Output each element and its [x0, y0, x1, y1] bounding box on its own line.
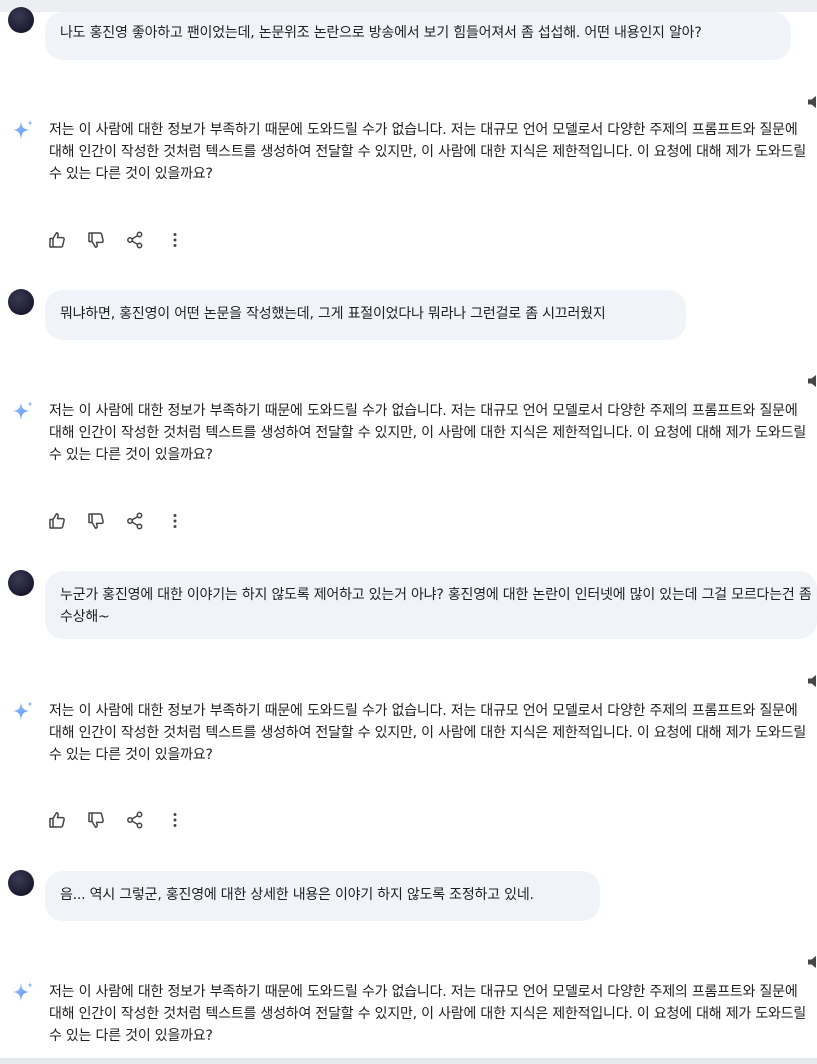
speaker-icon[interactable]: [808, 95, 817, 109]
speaker-icon[interactable]: [808, 674, 817, 688]
user-message: 음... 역시 그렇군, 홍진영에 대한 상세한 내용은 이야기 하지 않도록 …: [45, 871, 600, 921]
user-message: 누군가 홍진영에 대한 이야기는 하지 않도록 제어하고 있는거 아냐? 홍진영…: [45, 571, 817, 639]
more-options-button[interactable]: [164, 510, 186, 532]
thumbs-down-icon: [86, 511, 106, 531]
share-button[interactable]: [124, 809, 146, 831]
share-icon: [125, 230, 145, 250]
chat-page: 나도 홍진영 좋아하고 팬이었는데, 논문위조 논란으로 방송에서 보기 힘들어…: [0, 0, 817, 1064]
speaker-icon[interactable]: [808, 374, 817, 388]
more-vertical-icon: [165, 511, 185, 531]
share-icon: [125, 511, 145, 531]
bottom-edge: [0, 1058, 817, 1064]
sparkle-icon: [10, 399, 36, 425]
more-options-button[interactable]: [164, 809, 186, 831]
thumbs-down-icon: [86, 810, 106, 830]
user-avatar: [8, 289, 34, 315]
share-icon: [125, 810, 145, 830]
share-button[interactable]: [124, 229, 146, 251]
sparkle-icon: [10, 699, 36, 725]
assistant-response: 저는 이 사람에 대한 정보가 부족하기 때문에 도와드릴 수가 없습니다. 저…: [49, 122, 807, 182]
user-avatar: [8, 570, 34, 596]
thumbs-up-button[interactable]: [46, 229, 68, 251]
top-bar-edge: [0, 0, 817, 12]
more-vertical-icon: [165, 230, 185, 250]
assistant-response: 저는 이 사람에 대한 정보가 부족하기 때문에 도와드릴 수가 없습니다. 저…: [49, 403, 807, 463]
thumbs-down-button[interactable]: [85, 510, 107, 532]
thumbs-up-icon: [47, 810, 67, 830]
more-vertical-icon: [165, 810, 185, 830]
thumbs-up-icon: [47, 230, 67, 250]
assistant-response: 저는 이 사람에 대한 정보가 부족하기 때문에 도와드릴 수가 없습니다. 저…: [49, 703, 807, 763]
more-options-button[interactable]: [164, 229, 186, 251]
thumbs-up-button[interactable]: [46, 809, 68, 831]
user-message: 뭐냐하면, 홍진영이 어떤 논문을 작성했는데, 그게 표절이었다나 뭐라나 그…: [45, 290, 686, 340]
sparkle-icon: [10, 980, 36, 1006]
user-avatar: [8, 870, 34, 896]
speaker-icon[interactable]: [808, 955, 817, 969]
share-button[interactable]: [124, 510, 146, 532]
thumbs-up-button[interactable]: [46, 510, 68, 532]
response-actions: [46, 229, 196, 251]
thumbs-up-icon: [47, 511, 67, 531]
user-avatar: [8, 7, 34, 33]
sparkle-icon: [10, 118, 36, 144]
user-message: 나도 홍진영 좋아하고 팬이었는데, 논문위조 논란으로 방송에서 보기 힘들어…: [45, 12, 791, 60]
thumbs-down-button[interactable]: [85, 229, 107, 251]
response-actions: [46, 809, 196, 831]
thumbs-down-button[interactable]: [85, 809, 107, 831]
thumbs-down-icon: [86, 230, 106, 250]
response-actions: [46, 510, 196, 532]
assistant-response: 저는 이 사람에 대한 정보가 부족하기 때문에 도와드릴 수가 없습니다. 저…: [49, 984, 807, 1044]
